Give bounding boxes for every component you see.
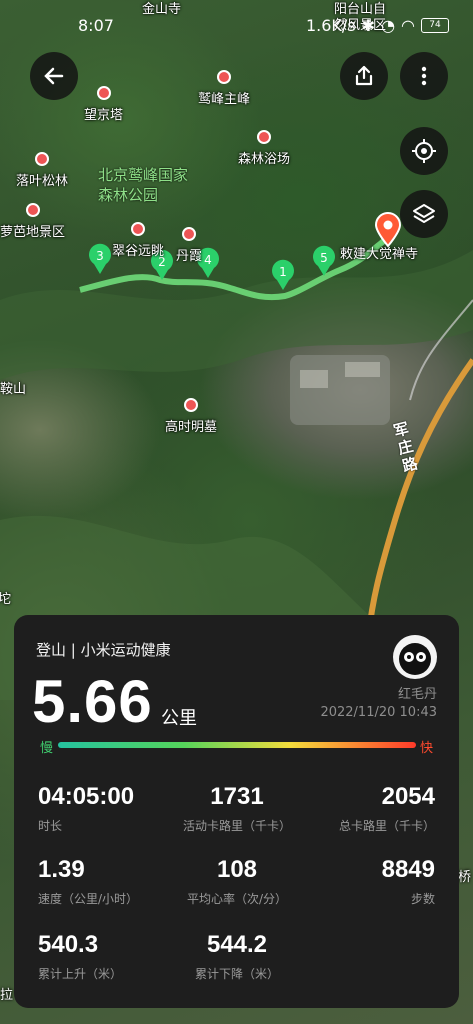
poi-label[interactable]: 望京塔 [84, 86, 123, 123]
distance-unit: 公里 [161, 708, 197, 729]
route-split-marker-label: 5 [320, 251, 328, 265]
stat-duration: 04:05:00 时长 [38, 783, 135, 833]
slow-label: 慢 [40, 741, 54, 756]
arrow-left-icon [44, 67, 64, 85]
user-name: 红毛丹 [397, 687, 437, 702]
activity-source: 登山 | 小米运动健康 [36, 641, 171, 659]
poi-label[interactable]: 森林浴场 [238, 130, 290, 167]
poi-label[interactable]: 落叶松林 [16, 152, 68, 189]
poi-label[interactable]: 丹霞 [176, 227, 202, 264]
poi-label[interactable]: 翠谷远眺 [112, 222, 164, 259]
edge-label: 坨 [0, 592, 12, 607]
more-button[interactable] [400, 52, 448, 100]
route-split-marker-label: 4 [204, 253, 212, 267]
layers-icon [413, 204, 435, 223]
back-button[interactable] [30, 52, 78, 100]
status-bar: 8:07 1.6K/s ✱ ◔ ◠ 74 [0, 14, 473, 38]
network-speed: 1.6K/s [305, 16, 356, 35]
route-split-marker[interactable]: 3 [89, 243, 112, 274]
battery-icon: 74 [421, 18, 449, 33]
share-button[interactable] [340, 52, 388, 100]
locate-button[interactable] [400, 127, 448, 175]
stat-descent: 544.2 累计下降（米） [194, 931, 279, 981]
stat-active-calories: 1731 活动卡路里（千卡） [182, 783, 291, 833]
end-location-pin-icon[interactable] [374, 212, 402, 248]
share-icon [355, 65, 373, 86]
pace-gradient-bar [58, 742, 416, 748]
poi-label[interactable]: 萝芭地景区 [0, 203, 65, 240]
avatar-image [399, 643, 431, 675]
activity-summary-card: 登山 | 小米运动健康 5.66 公里 红毛丹 2022/11/20 10:43… [14, 615, 459, 1008]
more-vertical-icon [421, 66, 427, 86]
stat-heart-rate: 108 平均心率（次/分） [186, 856, 288, 906]
fast-label: 快 [419, 741, 433, 756]
activity-date: 2022/11/20 10:43 [320, 705, 437, 720]
stat-speed: 1.39 速度（公里/小时） [38, 856, 139, 906]
crosshair-icon [412, 139, 436, 163]
park-label: 北京鹫峰国家森林公园 [98, 166, 189, 204]
stat-ascent: 540.3 累计上升（米） [38, 931, 123, 981]
avatar[interactable] [393, 635, 437, 679]
poi-label[interactable]: 高时明墓 [165, 398, 217, 435]
poi-label[interactable]: 鹫峰主峰 [198, 70, 250, 107]
stat-steps: 8849 步数 [381, 856, 435, 906]
poi-label[interactable]: 鞍山 [0, 378, 26, 397]
stat-total-calories: 2054 总卡路里（千卡） [338, 783, 435, 833]
signal-icon: ◔ [381, 16, 396, 35]
route-split-marker-label: 1 [279, 265, 287, 279]
edge-label: 桥 [458, 870, 472, 885]
wifi-icon: ◠ [401, 16, 415, 35]
clock: 8:07 [78, 16, 114, 35]
distance-value: 5.66 [32, 668, 153, 735]
route-split-marker-label: 3 [96, 249, 104, 263]
bluetooth-icon: ✱ [361, 16, 376, 35]
layers-button[interactable] [400, 190, 448, 238]
edge-label: 拉 [0, 988, 14, 1003]
